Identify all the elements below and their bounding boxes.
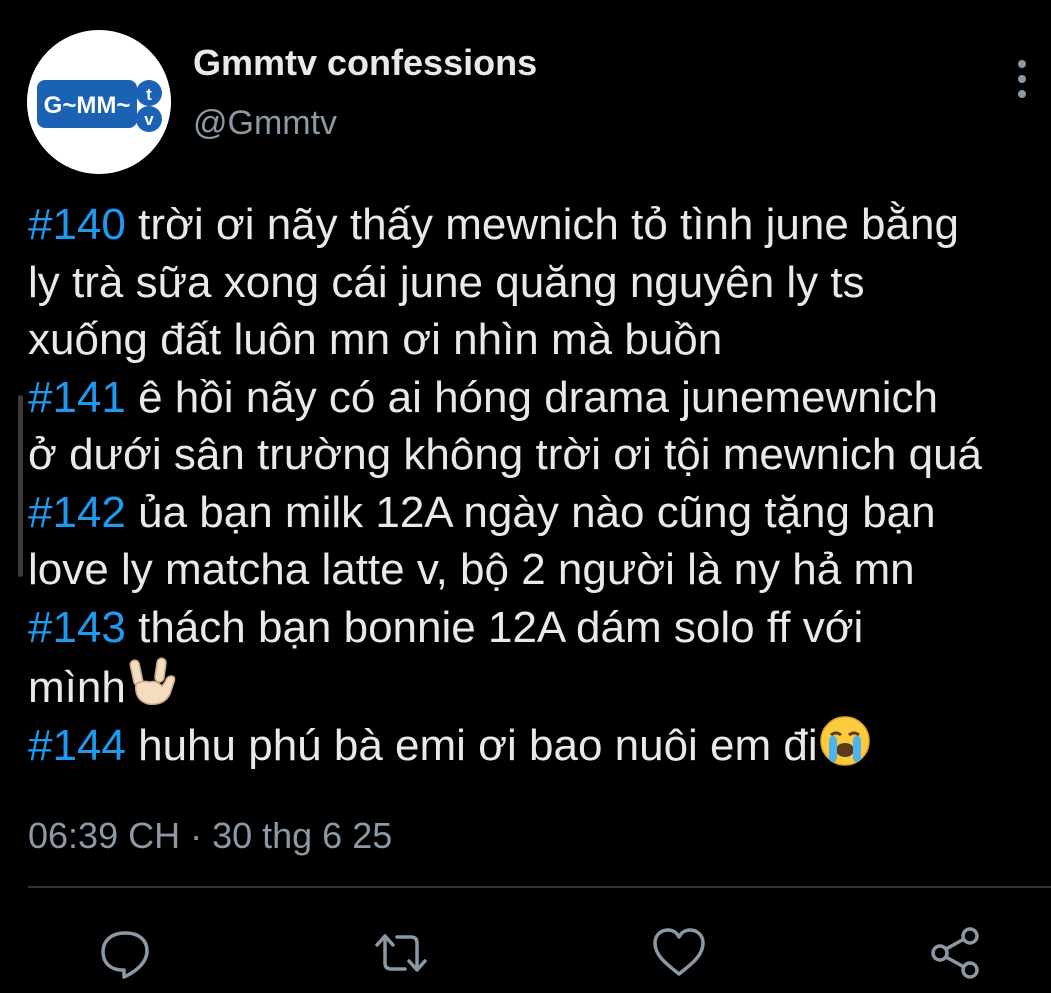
tweet-line-text: mình [28, 663, 126, 712]
gmmtv-logo: G~MM~ t v [27, 30, 171, 174]
share-icon [931, 927, 979, 979]
tweet-line-text: xuống đất luôn mn ơi nhìn mà buồn [28, 315, 723, 364]
svg-text:t: t [146, 85, 152, 104]
display-name[interactable]: Gmmtv confessions [193, 42, 537, 84]
tweet-line: #143 thách bạn bonnie 12A dám solo ff vớ… [28, 599, 1051, 657]
tweet-line: xuống đất luôn mn ơi nhìn mà buồn [28, 311, 1051, 369]
tweet-line: love ly matcha latte v, bộ 2 người là ny… [28, 541, 1051, 599]
hashtag-link[interactable]: #142 [28, 488, 126, 537]
hashtag-link[interactable]: #144 [28, 721, 126, 770]
tweet-text: #140 trời ơi nãy thấy mewnich tỏ tình ju… [28, 196, 1051, 771]
avatar[interactable]: G~MM~ t v [27, 30, 171, 174]
tweet-line-text: ủa bạn milk 12A ngày nào cũng tặng bạn [125, 487, 936, 537]
tweet-line-text: thách bạn bonnie 12A dám solo ff với [125, 602, 864, 652]
heart-icon [653, 928, 705, 976]
tweet-line-text: trời ơi nãy thấy mewnich tỏ tình june bằ… [125, 200, 959, 249]
share-button[interactable] [928, 925, 984, 981]
tweet-line-text: ở dưới sân trường không trời ơi tội mewn… [28, 430, 983, 479]
tweet-line: #144 huhu phú bà emi ơi bao nuôi em đi [28, 714, 1051, 772]
user-handle[interactable]: @Gmmtv [193, 104, 337, 143]
love-you-gesture-emoji [126, 656, 180, 710]
svg-text:v: v [144, 110, 154, 129]
hashtag-link[interactable]: #143 [28, 603, 126, 652]
loudly-crying-face-emoji [818, 714, 872, 768]
scrollbar[interactable] [18, 395, 23, 577]
reply-icon [101, 931, 149, 979]
more-options-icon[interactable] [1010, 58, 1034, 100]
retweet-icon [375, 934, 427, 972]
tweet-line: #142 ủa bạn milk 12A ngày nào cũng tặng … [28, 484, 1051, 542]
tweet-timestamp[interactable]: 06:39 CH · 30 thg 6 25 [28, 815, 392, 857]
svg-text:G~MM~: G~MM~ [44, 92, 131, 119]
tweet-line: ở dưới sân trường không trời ơi tội mewn… [28, 426, 1051, 484]
tweet-line-text: ly trà sữa xong cái june quăng nguyên ly… [28, 257, 865, 307]
tweet-line: #141 ê hồi nãy có ai hóng drama junemewn… [28, 369, 1051, 427]
like-button[interactable] [651, 925, 707, 981]
tweet-line: mình [28, 656, 1051, 714]
tweet-line: ly trà sữa xong cái june quăng nguyên ly… [28, 254, 1051, 312]
tweet-line: #140 trời ơi nãy thấy mewnich tỏ tình ju… [28, 196, 1051, 254]
reply-button[interactable] [97, 925, 153, 981]
tweet-line-text: huhu phú bà emi ơi bao nuôi em đi [125, 720, 818, 770]
retweet-button[interactable] [373, 925, 429, 981]
divider [28, 886, 1051, 888]
hashtag-link[interactable]: #140 [28, 200, 126, 249]
tweet-line-text: love ly matcha latte v, bộ 2 người là ny… [28, 545, 915, 594]
hashtag-link[interactable]: #141 [28, 373, 126, 422]
tweet-line-text: ê hồi nãy có ai hóng drama junemewnich [125, 372, 938, 422]
